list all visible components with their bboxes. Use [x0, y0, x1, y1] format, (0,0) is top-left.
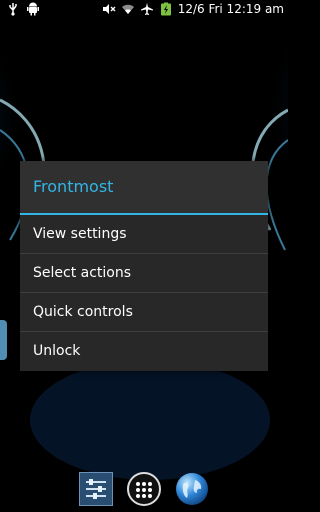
airplane-icon — [140, 3, 153, 15]
edge-drawer-handle[interactable] — [0, 320, 7, 360]
wifi-icon — [121, 4, 134, 14]
menu-item-label: Unlock — [33, 343, 81, 359]
usb-icon — [9, 3, 17, 16]
menu-item-select-actions[interactable]: Select actions — [20, 254, 268, 292]
sliders-glyph — [86, 479, 106, 499]
mute-icon — [102, 4, 116, 14]
menu-item-label: Quick controls — [33, 304, 133, 320]
frontmost-dialog: Frontmost View settings Select actions Q… — [20, 161, 268, 371]
menu-item-view-settings[interactable]: View settings — [20, 215, 268, 253]
dialog-title: Frontmost — [33, 177, 114, 196]
status-time: 12/6 Fri 12:19 am — [177, 2, 284, 16]
menu-item-label: View settings — [33, 226, 127, 242]
browser-globe-icon[interactable] — [175, 472, 209, 506]
settings-sliders-icon[interactable] — [79, 472, 113, 506]
menu-item-unlock[interactable]: Unlock — [20, 332, 268, 370]
status-bar: 12/6 Fri 12:19 am — [0, 0, 288, 20]
app-drawer-icon[interactable] — [127, 472, 161, 506]
battery-charging-icon — [160, 2, 171, 16]
menu-item-label: Select actions — [33, 265, 132, 281]
grid-glyph — [136, 482, 152, 498]
android-icon — [27, 2, 39, 16]
menu-item-quick-controls[interactable]: Quick controls — [20, 293, 268, 331]
dialog-title-bar: Frontmost — [20, 161, 268, 213]
